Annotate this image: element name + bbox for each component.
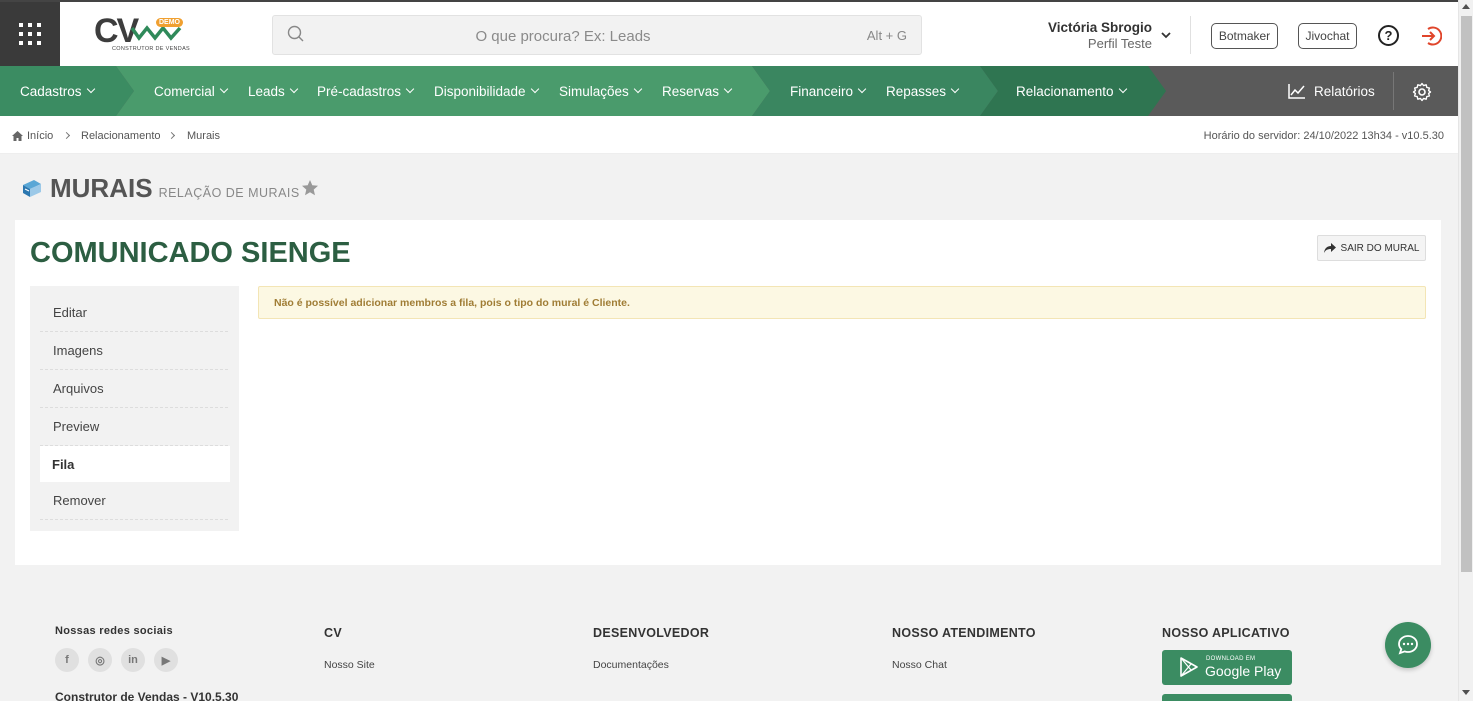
exit-mural-button[interactable]: SAIR DO MURAL (1317, 235, 1426, 261)
warning-alert: Não é possível adicionar membros a fila,… (258, 286, 1426, 319)
grid-icon (19, 23, 41, 45)
chevron-right-icon (62, 131, 71, 140)
apps-menu-button[interactable] (0, 2, 60, 66)
chevron-down-icon (633, 84, 643, 94)
menu-item-preview[interactable]: Preview (40, 408, 228, 446)
star-icon[interactable] (301, 179, 319, 197)
nav-repasses[interactable]: Repasses (886, 66, 960, 116)
nav-simulacoes[interactable]: Simulações (559, 66, 643, 116)
scrollbar-thumb[interactable] (1461, 16, 1472, 572)
nav-leads[interactable]: Leads (248, 66, 299, 116)
top-header: CV DEMO CONSTRUTOR DE VENDAS Alt + G Vic… (0, 0, 1458, 66)
play-store-icon (1180, 657, 1198, 677)
user-profile: Perfil Teste (1087, 36, 1152, 51)
chevron-down-icon (723, 84, 733, 94)
menu-item-editar[interactable]: Editar (40, 294, 228, 332)
logo[interactable]: CV DEMO CONSTRUTOR DE VENDAS (94, 12, 191, 56)
search-shortcut: Alt + G (866, 28, 907, 43)
chat-button[interactable] (1385, 622, 1431, 668)
nav-reservas[interactable]: Reservas (662, 66, 733, 116)
chart-line-icon (1288, 84, 1305, 99)
page-title: MURAIS RELAÇÃO DE MURAIS (20, 173, 300, 204)
linkedin-icon[interactable]: in (121, 648, 145, 672)
google-play-label: Google Play (1205, 663, 1282, 679)
user-name: Victória Sbrogio (1047, 20, 1152, 35)
footer-link-chat[interactable]: Nosso Chat (892, 659, 947, 671)
google-play-button[interactable]: DOWNLOAD EM Google Play (1162, 650, 1292, 685)
logo-demo-badge: DEMO (156, 18, 183, 27)
logout-icon[interactable] (1420, 25, 1442, 47)
chevron-down-icon (1118, 84, 1127, 94)
footer-cv-title: CV (324, 626, 342, 640)
menu-item-remover[interactable]: Remover (40, 482, 228, 520)
chevron-down-icon (289, 84, 299, 94)
nav-comercial[interactable]: Comercial (154, 66, 229, 116)
divider (1190, 16, 1191, 54)
google-play-small: DOWNLOAD EM (1206, 656, 1256, 662)
search-icon (287, 25, 304, 42)
instagram-icon[interactable]: ◎ (88, 648, 112, 672)
nav-relacionamento[interactable]: Relacionamento (1016, 66, 1127, 116)
chevron-down-icon (530, 84, 539, 94)
mural-card: COMUNICADO SIENGE SAIR DO MURAL Editar I… (15, 220, 1441, 565)
user-menu[interactable]: Victória Sbrogio Perfil Teste (1048, 20, 1152, 51)
nav-financeiro[interactable]: Financeiro (790, 66, 867, 116)
scroll-up-icon[interactable] (1462, 4, 1470, 9)
menu-item-arquivos[interactable]: Arquivos (40, 370, 228, 408)
chevron-down-icon (405, 84, 415, 94)
footer-support-title: NOSSO ATENDIMENTO (892, 626, 1036, 640)
nav-disponibilidade[interactable]: Disponibilidade (434, 66, 539, 116)
footer-version: Construtor de Vendas - V10.5.30 (55, 690, 239, 701)
app-store-button[interactable] (1162, 694, 1292, 701)
chevron-down-icon (950, 84, 960, 94)
nav-pre-cadastros[interactable]: Pré-cadastros (317, 66, 415, 116)
nav-cadastros[interactable]: Cadastros (20, 66, 95, 116)
chevron-down-icon (857, 84, 867, 94)
chevron-down-icon (86, 84, 95, 94)
gear-icon[interactable] (1412, 82, 1432, 102)
logo-subtitle: CONSTRUTOR DE VENDAS (112, 46, 191, 52)
breadcrumb: Início Relacionamento Murais Horário do … (0, 116, 1458, 154)
mural-side-menu: Editar Imagens Arquivos Preview Fila Rem… (30, 286, 239, 531)
nav-relatorios[interactable]: Relatórios (1288, 66, 1375, 116)
search-input[interactable] (323, 24, 803, 48)
chevron-right-icon (167, 131, 176, 140)
chevron-down-icon[interactable] (1160, 29, 1172, 41)
menu-item-fila[interactable]: Fila (40, 446, 230, 482)
botmaker-button[interactable]: Botmaker (1211, 23, 1278, 49)
jivochat-button[interactable]: Jivochat (1298, 23, 1357, 49)
breadcrumb-murais[interactable]: Murais (187, 130, 220, 142)
mural-title: COMUNICADO SIENGE (30, 237, 351, 269)
footer-link-docs[interactable]: Documentações (593, 659, 669, 671)
scrollbar[interactable] (1458, 0, 1473, 701)
menu-item-imagens[interactable]: Imagens (40, 332, 228, 370)
breadcrumb-home[interactable]: Início (12, 130, 53, 142)
facebook-icon[interactable]: f (55, 648, 79, 672)
home-icon (12, 131, 23, 141)
footer-app-title: NOSSO APLICATIVO (1162, 626, 1290, 640)
main-nav: Cadastros Comercial Leads Pré-cadastros … (0, 66, 1458, 116)
chat-bubble-icon (1398, 635, 1418, 655)
share-arrow-icon (1323, 243, 1336, 253)
search-bar[interactable]: Alt + G (272, 15, 922, 55)
divider (1393, 72, 1394, 110)
scroll-down-icon[interactable] (1462, 690, 1470, 695)
help-icon[interactable]: ? (1378, 25, 1399, 46)
chevron-down-icon (219, 84, 229, 94)
youtube-icon[interactable]: ▶ (154, 648, 178, 672)
footer-social-title: Nossas redes sociais (55, 625, 173, 637)
footer-link-site[interactable]: Nosso Site (324, 659, 375, 671)
server-time: Horário do servidor: 24/10/2022 13h34 - … (1203, 130, 1444, 142)
breadcrumb-relacionamento[interactable]: Relacionamento (81, 130, 161, 142)
page-subtitle: RELAÇÃO DE MURAIS (158, 186, 300, 200)
footer-dev-title: DESENVOLVEDOR (593, 626, 710, 640)
page-title-text: MURAIS (50, 173, 153, 203)
